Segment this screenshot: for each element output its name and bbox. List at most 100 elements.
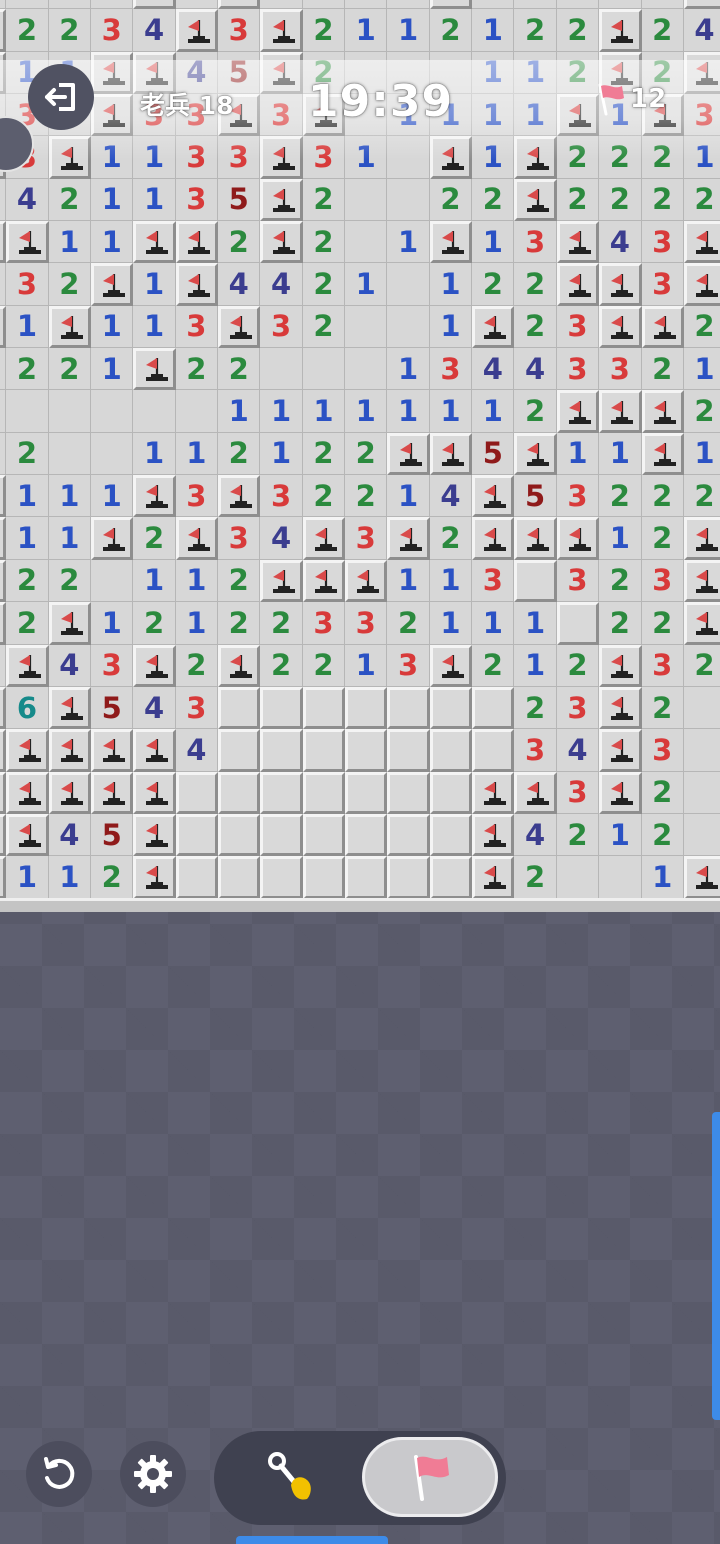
unrevealed-cell[interactable]: [345, 729, 388, 772]
flagged-cell[interactable]: [599, 771, 642, 814]
flagged-cell[interactable]: [556, 263, 600, 306]
flagged-cell[interactable]: [683, 263, 720, 306]
revealed-empty-cell[interactable]: [48, 432, 92, 476]
flagged-cell[interactable]: [133, 644, 176, 687]
number-cell[interactable]: 2: [599, 136, 642, 179]
flagged-cell[interactable]: [133, 475, 176, 518]
flagged-cell[interactable]: [472, 305, 515, 349]
number-cell[interactable]: 3: [556, 305, 600, 349]
number-cell[interactable]: 1: [683, 432, 720, 476]
flagged-cell[interactable]: [133, 221, 176, 264]
number-cell[interactable]: 3: [641, 729, 684, 772]
flagged-cell[interactable]: [556, 94, 600, 137]
number-cell[interactable]: 1: [345, 263, 388, 306]
number-cell[interactable]: 1: [599, 432, 642, 476]
number-cell[interactable]: 2: [302, 0, 346, 10]
number-cell[interactable]: 1: [91, 178, 134, 222]
number-cell[interactable]: 1: [91, 221, 134, 264]
unrevealed-cell[interactable]: [345, 686, 388, 730]
exit-button[interactable]: [28, 64, 94, 130]
flagged-cell[interactable]: [91, 51, 134, 95]
number-cell[interactable]: 2: [302, 221, 346, 264]
number-cell[interactable]: 5: [91, 813, 134, 857]
flagged-cell[interactable]: [683, 559, 720, 603]
number-cell[interactable]: 3: [387, 644, 430, 687]
unrevealed-cell[interactable]: [429, 729, 473, 772]
number-cell[interactable]: 1: [133, 178, 176, 222]
flagged-cell[interactable]: [260, 559, 303, 603]
number-cell[interactable]: 2: [302, 178, 346, 222]
flagged-cell[interactable]: [429, 432, 473, 476]
number-cell[interactable]: 2: [641, 9, 684, 52]
number-cell[interactable]: 1: [6, 475, 49, 518]
flagged-cell[interactable]: [472, 856, 515, 899]
flagged-cell[interactable]: [133, 0, 176, 10]
flagged-cell[interactable]: [429, 644, 473, 687]
unrevealed-cell[interactable]: [260, 856, 303, 899]
number-cell[interactable]: 3: [514, 729, 557, 772]
flagged-cell[interactable]: [6, 221, 49, 264]
number-cell[interactable]: 6: [6, 686, 49, 730]
flagged-cell[interactable]: [599, 644, 642, 687]
unrevealed-cell[interactable]: [302, 856, 346, 899]
revealed-empty-cell[interactable]: [345, 221, 388, 264]
number-cell[interactable]: 1: [472, 51, 515, 95]
unrevealed-cell[interactable]: [514, 559, 557, 603]
number-cell[interactable]: 3: [260, 94, 303, 137]
number-cell[interactable]: 1: [514, 644, 557, 687]
number-cell[interactable]: 2: [641, 136, 684, 179]
number-cell[interactable]: 1: [91, 136, 134, 179]
number-cell[interactable]: 1: [599, 517, 642, 560]
number-cell[interactable]: 2: [48, 263, 92, 306]
number-cell[interactable]: 2: [48, 178, 92, 222]
number-cell[interactable]: 1: [345, 136, 388, 179]
unrevealed-cell[interactable]: [302, 813, 346, 857]
number-cell[interactable]: 1: [133, 136, 176, 179]
number-cell[interactable]: 2: [556, 644, 600, 687]
number-cell[interactable]: 2: [556, 178, 600, 222]
number-cell[interactable]: 3: [641, 263, 684, 306]
number-cell[interactable]: 3: [641, 221, 684, 264]
unrevealed-cell[interactable]: [429, 856, 473, 899]
number-cell[interactable]: 2: [133, 517, 176, 560]
unrevealed-cell[interactable]: [260, 686, 303, 730]
unrevealed-cell[interactable]: [175, 813, 219, 857]
number-cell[interactable]: 2: [683, 475, 720, 518]
number-cell[interactable]: 1: [302, 390, 346, 433]
unrevealed-cell[interactable]: [472, 729, 515, 772]
number-cell[interactable]: 1: [345, 390, 388, 433]
unrevealed-cell[interactable]: [218, 729, 261, 772]
number-cell[interactable]: 3: [302, 602, 346, 645]
revealed-empty-cell[interactable]: [345, 348, 388, 391]
number-cell[interactable]: 3: [175, 686, 219, 730]
number-cell[interactable]: 4: [599, 221, 642, 264]
number-cell[interactable]: 3: [683, 94, 720, 137]
flagged-cell[interactable]: [387, 432, 430, 476]
number-cell[interactable]: 3: [345, 602, 388, 645]
number-cell[interactable]: 2: [175, 348, 219, 391]
number-cell[interactable]: 1: [683, 136, 720, 179]
number-cell[interactable]: 2: [599, 559, 642, 603]
number-cell[interactable]: 1: [472, 136, 515, 179]
flagged-cell[interactable]: [6, 644, 49, 687]
number-cell[interactable]: 1: [514, 51, 557, 95]
number-cell[interactable]: 2: [6, 432, 49, 476]
number-cell[interactable]: 4: [514, 813, 557, 857]
unrevealed-cell[interactable]: [345, 771, 388, 814]
flagged-cell[interactable]: [133, 729, 176, 772]
number-cell[interactable]: 3: [472, 559, 515, 603]
number-cell[interactable]: 2: [599, 475, 642, 518]
number-cell[interactable]: 1: [387, 9, 430, 52]
number-cell[interactable]: 2: [302, 305, 346, 349]
revealed-empty-cell[interactable]: [91, 390, 134, 433]
unrevealed-cell[interactable]: [472, 686, 515, 730]
settings-button[interactable]: [120, 1441, 186, 1507]
revealed-empty-cell[interactable]: [91, 432, 134, 476]
flagged-cell[interactable]: [48, 136, 92, 179]
flagged-cell[interactable]: [683, 602, 720, 645]
number-cell[interactable]: 3: [91, 9, 134, 52]
revealed-empty-cell[interactable]: [599, 856, 642, 899]
number-cell[interactable]: 3: [514, 221, 557, 264]
number-cell[interactable]: 3: [260, 475, 303, 518]
flagged-cell[interactable]: [599, 390, 642, 433]
